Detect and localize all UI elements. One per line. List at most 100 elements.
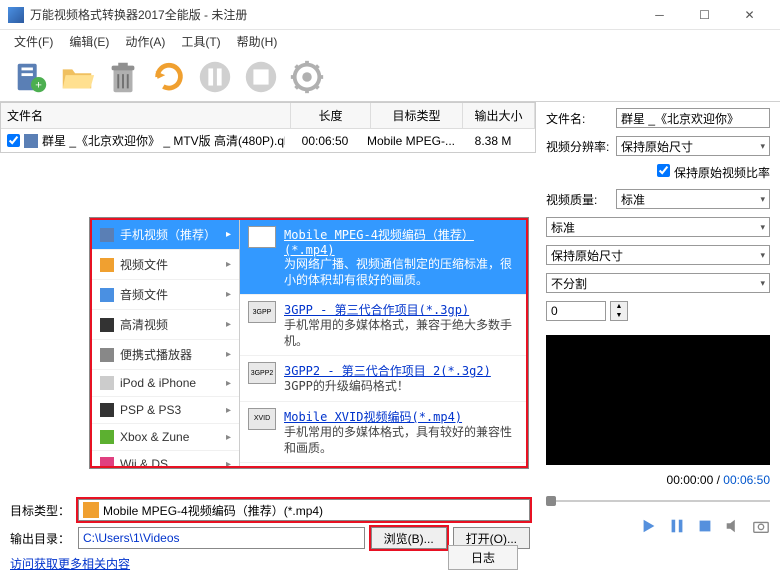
number-spinner[interactable]: ▲▼: [610, 301, 628, 321]
keep-ratio-checkbox[interactable]: 保持原始视频比率: [657, 164, 770, 181]
category-label: 音频文件: [120, 286, 168, 303]
category-item[interactable]: 手机视频（推荐）▸: [92, 220, 239, 250]
category-icon: [100, 403, 114, 417]
seek-slider[interactable]: [546, 495, 770, 507]
quality-select[interactable]: 标准▾: [616, 189, 770, 209]
category-item[interactable]: 音频文件▸: [92, 280, 239, 310]
minimize-button[interactable]: ─: [637, 0, 682, 30]
category-icon: [100, 318, 114, 332]
size-select[interactable]: 保持原始尺寸▾: [546, 245, 770, 265]
format-description: 3GPP的升级编码格式！: [284, 379, 518, 395]
file-size: 8.38 M: [457, 134, 529, 148]
format-icon: MP4: [248, 226, 276, 248]
resolution-select[interactable]: 保持原始尺寸▾: [616, 136, 770, 156]
category-label: 高清视频: [120, 316, 168, 333]
convert-button[interactable]: [148, 56, 190, 98]
window-title: 万能视频格式转换器2017全能版 - 未注册: [30, 6, 637, 23]
format-icon: [83, 502, 99, 518]
filename-field[interactable]: 群星 _《北京欢迎你》: [616, 108, 770, 128]
format-icon: XVID: [248, 408, 276, 430]
split-select[interactable]: 不分割▾: [546, 273, 770, 293]
format-description: 为网络广播、视频通信制定的压缩标准，很小的体积却有很好的画质。: [284, 257, 518, 288]
col-target[interactable]: 目标类型: [371, 103, 463, 128]
menu-tools[interactable]: 工具(T): [175, 31, 226, 52]
filename-label: 文件名:: [546, 110, 610, 127]
snapshot-icon[interactable]: [752, 517, 770, 535]
number-input[interactable]: [546, 301, 606, 321]
chevron-right-icon: ▸: [226, 319, 231, 330]
category-label: Xbox & Zune: [120, 430, 189, 444]
titlebar: 万能视频格式转换器2017全能版 - 未注册 ─ ☐ ✕: [0, 0, 780, 30]
format-description: 手机常用的多媒体格式，具有较好的兼容性和画质。: [284, 425, 518, 456]
output-dir-label: 输出目录：: [10, 530, 72, 547]
format-item[interactable]: MP4Mobile H.264视频编码(*.mp4)为网络广播、视频通信制定的压…: [240, 463, 526, 466]
maximize-button[interactable]: ☐: [682, 0, 727, 30]
browse-button[interactable]: 浏览(B)...: [371, 527, 447, 549]
open-folder-button[interactable]: [56, 56, 98, 98]
chevron-right-icon: ▸: [226, 229, 231, 240]
settings-button[interactable]: [286, 56, 328, 98]
menu-edit[interactable]: 编辑(E): [63, 31, 115, 52]
log-button[interactable]: 日志: [448, 545, 518, 570]
delete-button[interactable]: [102, 56, 144, 98]
category-list: 手机视频（推荐）▸视频文件▸音频文件▸高清视频▸便携式播放器▸iPod & iP…: [92, 220, 240, 466]
toolbar: +: [0, 52, 780, 102]
category-item[interactable]: 便携式播放器 ▸: [92, 340, 239, 370]
chevron-right-icon: ▸: [226, 405, 231, 416]
category-label: iPod & iPhone: [120, 376, 196, 390]
app-icon: [8, 7, 24, 23]
target-type-label: 目标类型：: [10, 502, 72, 519]
category-icon: [100, 457, 114, 466]
category-label: PSP & PS3: [120, 403, 181, 417]
col-length[interactable]: 长度: [291, 103, 371, 128]
target-type-field[interactable]: Mobile MPEG-4视频编码（推荐）(*.mp4): [78, 499, 530, 521]
video-preview: [546, 335, 770, 465]
volume-icon[interactable]: [724, 517, 742, 535]
chevron-down-icon: ▾: [760, 194, 765, 205]
category-label: 便携式播放器: [120, 346, 192, 363]
file-list: 文件名 长度 目标类型 输出大小 群星 _《北京欢迎你》 _ MTV版 高清(4…: [0, 102, 536, 153]
time-display: 00:00:00 / 00:06:50: [546, 473, 770, 487]
category-item[interactable]: Xbox & Zune▸: [92, 424, 239, 451]
category-label: 视频文件: [120, 256, 168, 273]
format-item[interactable]: MP4Mobile MPEG-4视频编码（推荐）(*.mp4)为网络广播、视频通…: [240, 220, 526, 295]
file-checkbox[interactable]: [7, 134, 20, 147]
play-icon[interactable]: [640, 517, 658, 535]
format-title: 3GPP - 第三代合作项目(*.3gp): [284, 301, 518, 318]
col-filename[interactable]: 文件名: [1, 103, 291, 128]
file-name: 群星 _《北京欢迎你》 _ MTV版 高清(480P).qlv: [42, 132, 285, 149]
file-icon: [24, 134, 38, 148]
category-item[interactable]: Wii & DS ▸: [92, 451, 239, 466]
chevron-right-icon: ▸: [226, 459, 231, 467]
quality-label: 视频质量:: [546, 191, 610, 208]
category-icon: [100, 258, 114, 272]
resolution-label: 视频分辨率:: [546, 138, 610, 155]
format-item[interactable]: 3GPP23GPP2 - 第三代合作项目 2(*.3g2)3GPP的升级编码格式…: [240, 356, 526, 402]
category-item[interactable]: PSP & PS3 ▸: [92, 397, 239, 424]
menu-help[interactable]: 帮助(H): [231, 31, 284, 52]
stop-icon[interactable]: [696, 517, 714, 535]
menu-file[interactable]: 文件(F): [8, 31, 59, 52]
menubar: 文件(F) 编辑(E) 动作(A) 工具(T) 帮助(H): [0, 30, 780, 52]
chevron-right-icon: ▸: [226, 349, 231, 360]
stop-button[interactable]: [240, 56, 282, 98]
pause-button[interactable]: [194, 56, 236, 98]
category-item[interactable]: 视频文件▸: [92, 250, 239, 280]
audio-quality-select[interactable]: 标准▾: [546, 217, 770, 237]
add-file-button[interactable]: +: [10, 56, 52, 98]
pause-icon[interactable]: [668, 517, 686, 535]
close-button[interactable]: ✕: [727, 0, 772, 30]
category-item[interactable]: 高清视频 ▸: [92, 310, 239, 340]
properties-panel: 文件名: 群星 _《北京欢迎你》 视频分辨率: 保持原始尺寸▾ 保持原始视频比率…: [536, 102, 780, 580]
menu-action[interactable]: 动作(A): [119, 31, 171, 52]
category-icon: [100, 288, 114, 302]
format-title: 3GPP2 - 第三代合作项目 2(*.3g2): [284, 362, 518, 379]
file-row[interactable]: 群星 _《北京欢迎你》 _ MTV版 高清(480P).qlv 00:06:50…: [1, 129, 535, 152]
format-item[interactable]: 3GPP3GPP - 第三代合作项目(*.3gp)手机常用的多媒体格式，兼容于绝…: [240, 295, 526, 356]
category-label: Wii & DS: [120, 457, 168, 466]
output-dir-field[interactable]: C:\Users\1\Videos: [78, 527, 365, 549]
category-item[interactable]: iPod & iPhone▸: [92, 370, 239, 397]
category-icon: [100, 430, 114, 444]
col-size[interactable]: 输出大小: [463, 103, 535, 128]
format-item[interactable]: XVIDMobile XVID视频编码(*.mp4)手机常用的多媒体格式，具有较…: [240, 402, 526, 463]
